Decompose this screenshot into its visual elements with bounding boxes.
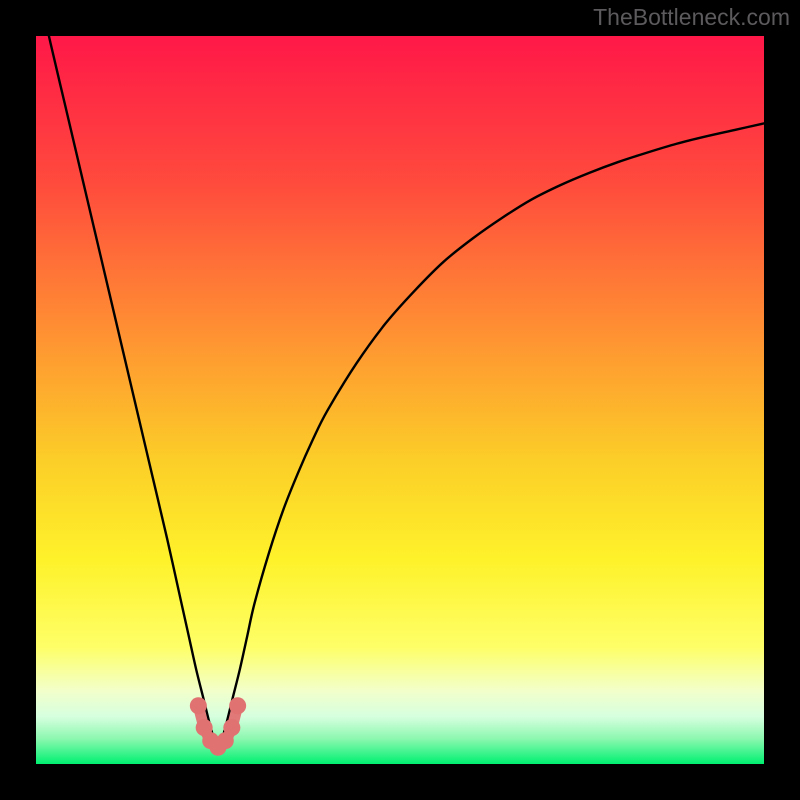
gradient-background xyxy=(36,36,764,764)
bottleneck-chart xyxy=(36,36,764,764)
watermark-text: TheBottleneck.com xyxy=(593,4,790,31)
plot-area xyxy=(36,36,764,764)
chart-frame: TheBottleneck.com xyxy=(0,0,800,800)
optimal-range-marker xyxy=(229,697,246,714)
optimal-range-marker xyxy=(190,697,207,714)
optimal-range-marker xyxy=(223,719,240,736)
